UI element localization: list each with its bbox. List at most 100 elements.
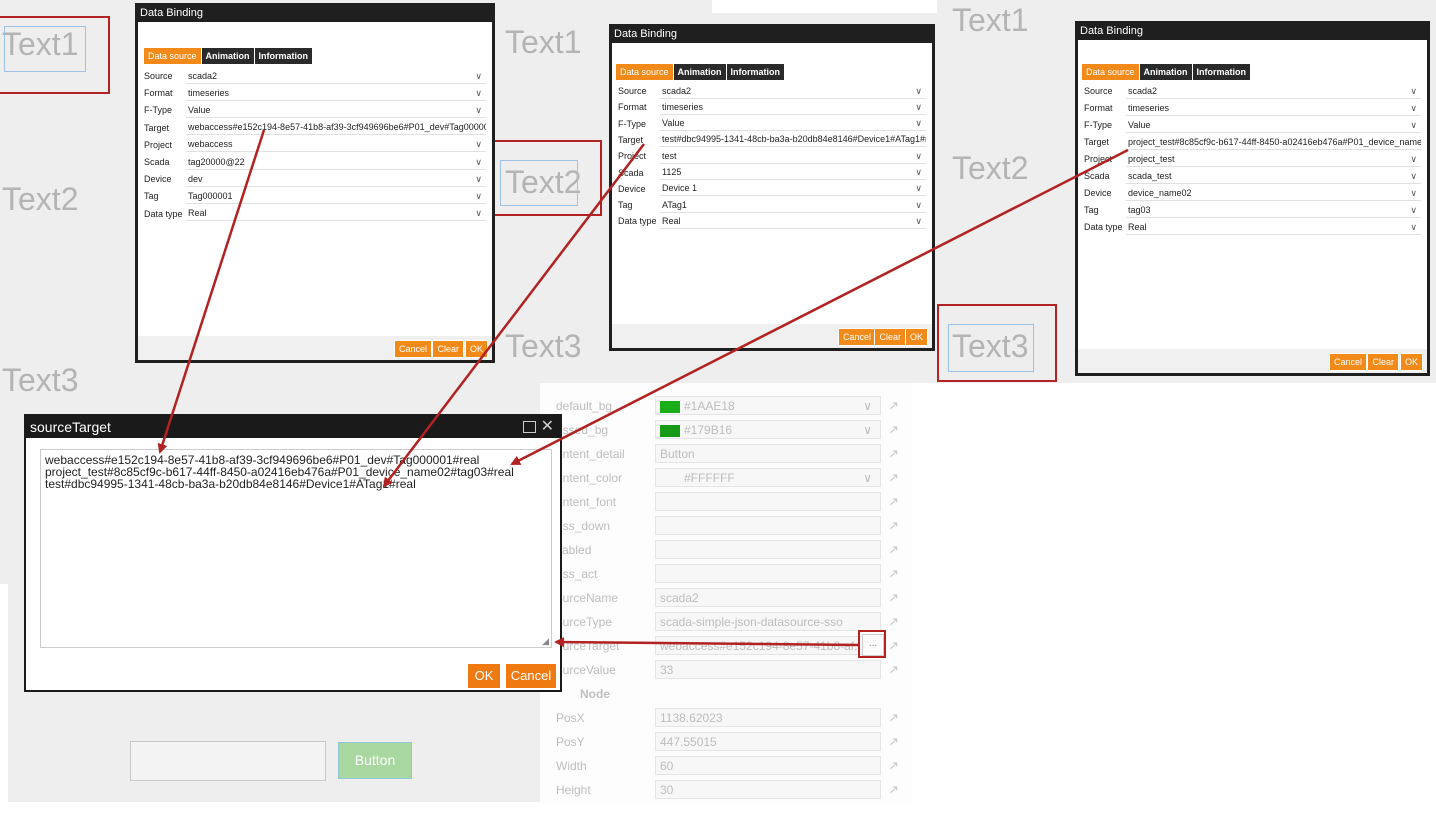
ok-button[interactable]: OK <box>904 328 928 346</box>
binding-value[interactable]: dev ∨ <box>186 171 486 187</box>
binding-value[interactable]: tag03 ∨ <box>1126 202 1421 218</box>
property-field[interactable]: scada-simple-json-datasource-sso <box>655 612 881 631</box>
resize-handle-icon[interactable]: ◢ <box>542 635 549 647</box>
property-field[interactable]: scada2 <box>655 588 881 607</box>
link-icon[interactable]: ↗ <box>888 542 899 558</box>
property-field[interactable]: 30 <box>655 780 881 799</box>
binding-value[interactable]: timeseries ∨ <box>186 85 486 101</box>
binding-value[interactable]: scada_test ∨ <box>1126 168 1421 184</box>
cancel-button[interactable]: Cancel <box>393 340 432 358</box>
ok-button[interactable]: OK <box>464 340 488 358</box>
tab-animation[interactable]: Animation <box>1139 64 1192 80</box>
canvas-text2-right[interactable]: Text2 <box>952 150 1028 187</box>
tab-animation[interactable]: Animation <box>201 48 254 64</box>
canvas-button[interactable]: Button <box>338 742 412 779</box>
chevron-down-icon[interactable]: ∨ <box>1410 101 1417 115</box>
link-icon[interactable]: ↗ <box>888 782 899 798</box>
binding-value[interactable]: timeseries ∨ <box>660 99 926 115</box>
binding-value[interactable]: ATag1 ∨ <box>660 197 926 213</box>
canvas-text1-right[interactable]: Text1 <box>952 2 1028 39</box>
chevron-down-icon[interactable]: ∨ <box>915 214 922 228</box>
chevron-down-icon[interactable]: ∨ <box>1410 169 1417 183</box>
property-field[interactable] <box>655 564 881 583</box>
property-field[interactable]: 60 <box>655 756 881 775</box>
property-field[interactable]: webaccess#e152c194-8e57-41b8-af... <box>655 636 881 655</box>
binding-value[interactable]: scada2 ∨ <box>186 68 486 84</box>
property-field[interactable] <box>655 540 881 559</box>
canvas-text3-middle[interactable]: Text3 <box>505 328 581 365</box>
chevron-down-icon[interactable]: ∨ <box>475 137 482 151</box>
binding-value[interactable]: Value ∨ <box>186 102 486 118</box>
tab-data-source[interactable]: Data source <box>616 64 673 80</box>
tab-data-source[interactable]: Data source <box>144 48 201 64</box>
source-target-textarea[interactable]: webaccess#e152c194-8e57-41b8-af39-3cf949… <box>40 449 552 648</box>
property-field[interactable]: 1138.62023 <box>655 708 881 727</box>
chevron-down-icon[interactable]: ∨ <box>863 397 872 414</box>
chevron-down-icon[interactable]: ∨ <box>475 69 482 83</box>
property-field[interactable]: #1AAE18 ∨ <box>655 396 881 415</box>
source-target-ok-button[interactable]: OK <box>468 664 500 688</box>
canvas-text3-left[interactable]: Text3 <box>2 362 78 399</box>
binding-value[interactable]: scada2 ∨ <box>1126 83 1421 99</box>
property-field[interactable] <box>655 516 881 535</box>
chevron-down-icon[interactable]: ∨ <box>915 149 922 163</box>
tab-data-source[interactable]: Data source <box>1082 64 1139 80</box>
chevron-down-icon[interactable]: ∨ <box>475 155 482 169</box>
binding-value[interactable]: Device 1 ∨ <box>660 181 926 197</box>
binding-value[interactable]: project_test ∨ <box>1126 151 1421 167</box>
source-target-cancel-button[interactable]: Cancel <box>506 664 556 688</box>
chevron-down-icon[interactable]: ∨ <box>1410 203 1417 217</box>
binding-value[interactable]: Real ∨ <box>660 213 926 229</box>
chevron-down-icon[interactable]: ∨ <box>475 86 482 100</box>
chevron-down-icon[interactable]: ∨ <box>915 84 922 98</box>
property-field[interactable]: #179B16 ∨ <box>655 420 881 439</box>
binding-value[interactable]: webaccess#e152c194-8e57-41b8-af39-3cf949… <box>186 120 486 136</box>
binding-value[interactable]: tag20000@22 ∨ <box>186 154 486 170</box>
link-icon[interactable]: ↗ <box>888 494 899 510</box>
binding-value[interactable]: test#dbc94995-1341-48cb-ba3a-b20db84e814… <box>660 132 926 148</box>
tab-information[interactable]: Information <box>254 48 313 64</box>
binding-value[interactable]: Real ∨ <box>186 206 486 222</box>
chevron-down-icon[interactable]: ∨ <box>863 469 872 486</box>
chevron-down-icon[interactable]: ∨ <box>915 165 922 179</box>
binding-value[interactable]: Tag000001 ∨ <box>186 188 486 204</box>
link-icon[interactable]: ↗ <box>888 638 899 654</box>
cancel-button[interactable]: Cancel <box>1328 353 1367 371</box>
chevron-down-icon[interactable]: ∨ <box>863 421 872 438</box>
chevron-down-icon[interactable]: ∨ <box>915 116 922 130</box>
binding-value[interactable]: Real ∨ <box>1126 219 1421 235</box>
clear-button[interactable]: Clear <box>432 340 464 358</box>
binding-value[interactable]: scada2 ∨ <box>660 83 926 99</box>
binding-value[interactable]: 1125 ∨ <box>660 165 926 180</box>
link-icon[interactable]: ↗ <box>888 422 899 438</box>
maximize-icon[interactable] <box>523 421 536 433</box>
canvas-text1-middle[interactable]: Text1 <box>505 24 581 61</box>
close-icon[interactable]: ✕ <box>541 416 554 438</box>
link-icon[interactable]: ↗ <box>888 662 899 678</box>
property-field[interactable]: #FFFFFF ∨ <box>655 468 881 487</box>
binding-value[interactable]: test ∨ <box>660 148 926 164</box>
tab-information[interactable]: Information <box>1192 64 1251 80</box>
link-icon[interactable]: ↗ <box>888 590 899 606</box>
chevron-down-icon[interactable]: ∨ <box>1410 152 1417 166</box>
chevron-down-icon[interactable]: ∨ <box>475 172 482 186</box>
chevron-down-icon[interactable]: ∨ <box>1410 186 1417 200</box>
binding-value[interactable]: webaccess ∨ <box>186 137 486 153</box>
binding-value[interactable]: Value ∨ <box>660 116 926 132</box>
chevron-down-icon[interactable]: ∨ <box>915 100 922 114</box>
chevron-down-icon[interactable]: ∨ <box>475 206 482 220</box>
link-icon[interactable]: ↗ <box>888 734 899 750</box>
link-icon[interactable]: ↗ <box>888 518 899 534</box>
property-field[interactable]: 447.55015 <box>655 732 881 751</box>
link-icon[interactable]: ↗ <box>888 470 899 486</box>
link-icon[interactable]: ↗ <box>888 446 899 462</box>
property-field[interactable]: 33 <box>655 660 881 679</box>
clear-button[interactable]: Clear <box>874 328 906 346</box>
canvas-text2-left[interactable]: Text2 <box>2 181 78 218</box>
link-icon[interactable]: ↗ <box>888 710 899 726</box>
binding-value[interactable]: timeseries ∨ <box>1126 100 1421 116</box>
property-field[interactable] <box>655 492 881 511</box>
link-icon[interactable]: ↗ <box>888 614 899 630</box>
tab-animation[interactable]: Animation <box>673 64 726 80</box>
chevron-down-icon[interactable]: ∨ <box>915 198 922 212</box>
